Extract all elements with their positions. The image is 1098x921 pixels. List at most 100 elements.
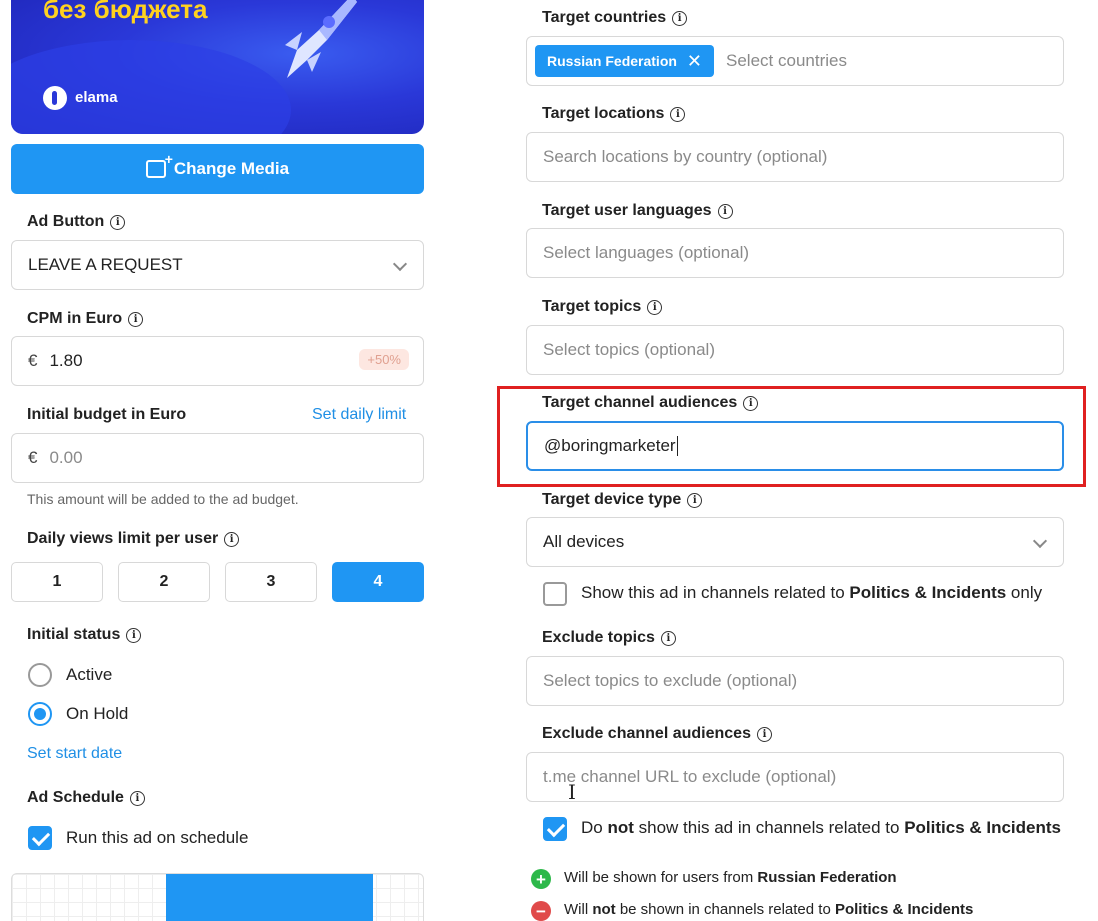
initial-status-label: Initial status i <box>27 626 142 644</box>
elama-brand: elama <box>75 89 118 106</box>
ad-media-preview: без бюджета elama <box>11 0 424 134</box>
languages-select[interactable]: Select languages (optional) <box>526 228 1064 278</box>
exclude-channels-placeholder: t.me channel URL to exclude (optional) <box>543 767 837 786</box>
cpm-markup-badge: +50% <box>359 349 409 370</box>
languages-placeholder: Select languages (optional) <box>543 243 750 262</box>
target-locations-label-text: Target locations <box>542 105 665 122</box>
info-icon[interactable]: i <box>126 627 142 643</box>
views-option-4[interactable]: 4 <box>332 562 424 602</box>
exclude-topics-label-text: Exclude topics <box>542 629 655 646</box>
chevron-down-icon <box>1032 533 1048 549</box>
politics-only-label[interactable]: Show this ad in channels related to Poli… <box>581 583 1042 603</box>
target-device-label-text: Target device type <box>542 491 682 508</box>
status-active-label[interactable]: Active <box>66 665 112 685</box>
exclude-channels-label: Exclude channel audiences i <box>542 725 772 743</box>
exclude-topics-label: Exclude topics i <box>542 629 676 647</box>
status-active-radio[interactable] <box>28 663 52 687</box>
info-icon[interactable]: i <box>128 311 144 327</box>
info-icon[interactable]: i <box>756 726 772 742</box>
politics-only-checkbox[interactable] <box>543 582 567 606</box>
info-icon[interactable]: i <box>660 630 676 646</box>
target-countries-label-text: Target countries <box>542 9 667 26</box>
run-on-schedule-checkbox[interactable] <box>28 826 52 850</box>
summary-not-bold: not <box>592 901 616 918</box>
info-icon[interactable]: i <box>717 203 733 219</box>
exclude-channels-input[interactable]: t.me channel URL to exclude (optional) <box>526 752 1064 802</box>
change-media-button[interactable]: Change Media <box>11 144 424 194</box>
chevron-down-icon <box>392 256 408 272</box>
topics-select[interactable]: Select topics (optional) <box>526 325 1064 375</box>
target-device-label: Target device type i <box>542 491 703 509</box>
target-languages-label: Target user languages i <box>542 202 733 220</box>
budget-label-text: Initial budget in Euro <box>27 406 187 423</box>
info-icon[interactable]: i <box>129 790 145 806</box>
exclude-topics-select[interactable]: Select topics to exclude (optional) <box>526 656 1064 706</box>
minus-circle-icon: − <box>531 901 551 921</box>
cpm-label-text: CPM in Euro <box>27 310 123 327</box>
budget-placeholder: 0.00 <box>49 448 83 467</box>
countries-placeholder: Select countries <box>726 51 847 70</box>
politics-only-post: only <box>1006 583 1043 602</box>
info-icon[interactable]: i <box>647 299 663 315</box>
info-icon[interactable]: i <box>110 214 126 230</box>
target-topics-label-text: Target topics <box>542 298 642 315</box>
politics-only-pre: Show this ad in channels related to <box>581 583 850 602</box>
summary-not-pre: Will <box>564 901 593 918</box>
views-option-3[interactable]: 3 <box>225 562 317 602</box>
summary-not-mid: be shown in channels related to <box>615 901 835 918</box>
ad-button-value: LEAVE A REQUEST <box>28 255 183 274</box>
status-onhold-label[interactable]: On Hold <box>66 704 128 724</box>
run-on-schedule-label[interactable]: Run this ad on schedule <box>66 828 248 848</box>
country-chip-label: Russian Federation <box>547 53 677 69</box>
banner-title: без бюджета <box>43 0 208 24</box>
views-option-2[interactable]: 2 <box>118 562 210 602</box>
country-chip[interactable]: Russian Federation ✕ <box>535 45 715 77</box>
target-locations-label: Target locations i <box>542 105 686 123</box>
set-daily-limit-link[interactable]: Set daily limit <box>312 406 406 424</box>
text-cursor-icon: I <box>568 780 576 804</box>
ad-button-select[interactable]: LEAVE A REQUEST <box>11 240 424 290</box>
device-select[interactable]: All devices <box>526 517 1064 567</box>
currency-symbol: € <box>28 351 38 370</box>
summary-not-shown: Will not be shown in channels related to… <box>564 901 973 918</box>
schedule-selected-range[interactable] <box>166 874 373 921</box>
ad-button-label: Ad Button i <box>27 213 126 231</box>
ad-schedule-label-text: Ad Schedule <box>27 789 124 806</box>
exclude-topics-placeholder: Select topics to exclude (optional) <box>543 671 798 690</box>
countries-select[interactable]: Russian Federation ✕ Select countries <box>526 36 1064 86</box>
set-start-date-link[interactable]: Set start date <box>27 745 122 763</box>
highlight-box <box>497 386 1086 487</box>
target-countries-label: Target countries i <box>542 9 688 27</box>
no-politics-bold1: not <box>607 818 634 837</box>
target-languages-label-text: Target user languages <box>542 202 712 219</box>
summary-shown-bold: Russian Federation <box>757 869 897 886</box>
no-politics-checkbox[interactable] <box>543 817 567 841</box>
cpm-input[interactable]: € 1.80 +50% <box>11 336 424 386</box>
no-politics-pre: Do <box>581 818 608 837</box>
target-topics-label: Target topics i <box>542 298 663 316</box>
info-icon[interactable]: i <box>672 10 688 26</box>
exclude-channels-label-text: Exclude channel audiences <box>542 725 751 742</box>
views-option-1[interactable]: 1 <box>11 562 103 602</box>
device-value: All devices <box>543 532 625 551</box>
locations-input[interactable]: Search locations by country (optional) <box>526 132 1064 182</box>
daily-views-label: Daily views limit per user i <box>27 530 240 548</box>
ad-schedule-label: Ad Schedule i <box>27 789 145 807</box>
no-politics-label[interactable]: Do not show this ad in channels related … <box>581 818 1061 838</box>
currency-symbol: € <box>28 448 38 467</box>
info-icon[interactable]: i <box>687 492 703 508</box>
close-icon[interactable]: ✕ <box>687 51 702 72</box>
summary-not-bold2: Politics & Incidents <box>834 901 974 918</box>
info-icon[interactable]: i <box>670 106 686 122</box>
daily-views-label-text: Daily views limit per user <box>27 530 219 547</box>
locations-placeholder: Search locations by country (optional) <box>543 147 828 166</box>
status-onhold-radio[interactable] <box>28 702 52 726</box>
summary-shown-pre: Will be shown for users from <box>564 869 758 886</box>
no-politics-bold2: Politics & Incidents <box>904 818 1061 837</box>
schedule-grid[interactable] <box>11 873 424 921</box>
budget-input[interactable]: € 0.00 <box>11 433 424 483</box>
cpm-label: CPM in Euro i <box>27 310 144 328</box>
no-politics-mid: show this ad in channels related to <box>633 818 905 837</box>
info-icon[interactable]: i <box>224 531 240 547</box>
initial-status-label-text: Initial status <box>27 626 121 643</box>
